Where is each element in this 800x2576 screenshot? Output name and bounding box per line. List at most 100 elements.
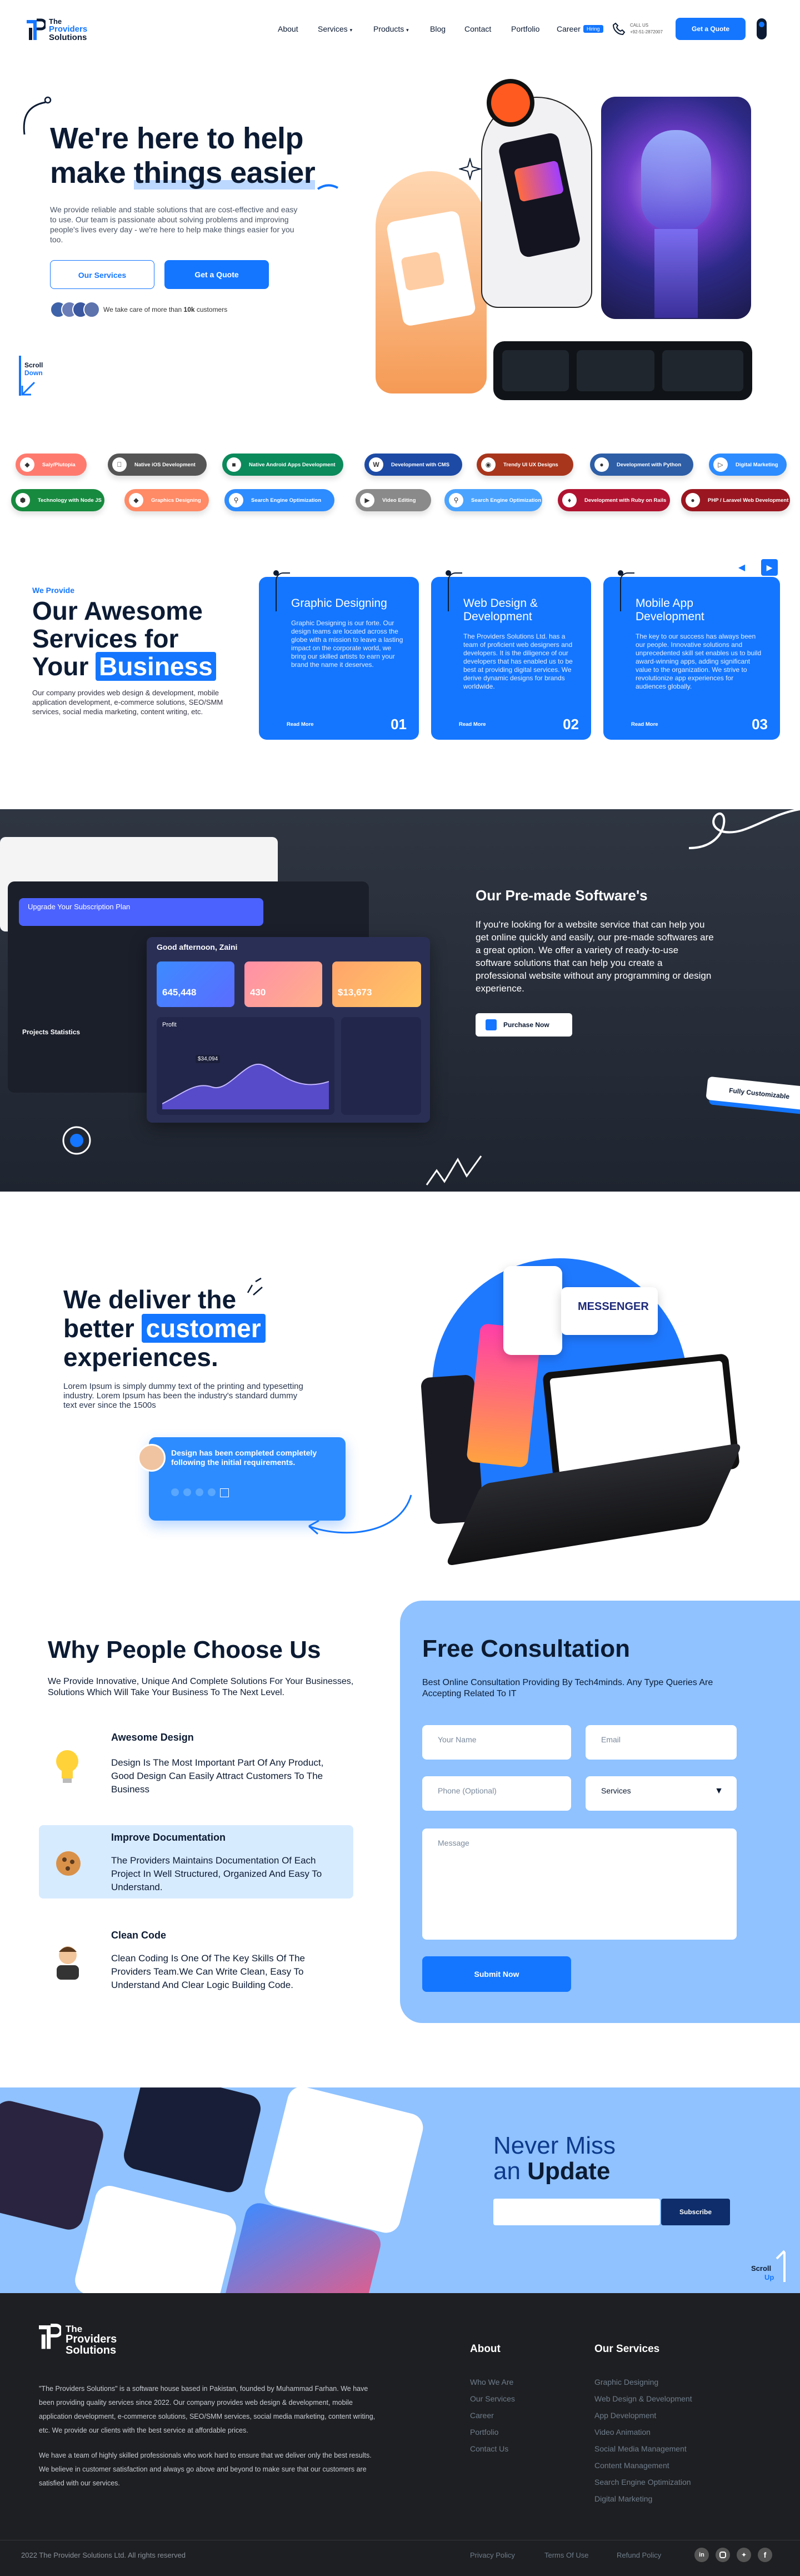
footer-link[interactable]: Content Management: [594, 2461, 669, 2470]
terms-of-use-link[interactable]: Terms Of Use: [544, 2551, 588, 2559]
list-panel: [341, 1017, 421, 1115]
nav-about[interactable]: About: [278, 24, 298, 33]
scroll-up-link[interactable]: Scroll Up: [751, 2250, 787, 2284]
chip-uiux[interactable]: ◉ Trendy UI UX Designs: [477, 454, 573, 476]
caret-down-icon: ▼: [714, 1786, 723, 1796]
theme-toggle[interactable]: [757, 18, 767, 39]
brand-line-3: Solutions: [49, 33, 87, 42]
read-more-link[interactable]: Read More: [631, 721, 658, 728]
purchase-icon: [486, 1019, 497, 1030]
nav-portfolio[interactable]: Portfolio: [511, 24, 539, 33]
footer-link[interactable]: Graphic Designing: [594, 2378, 658, 2386]
apple-icon: : [112, 457, 127, 472]
purchase-now-button[interactable]: Purchase Now: [476, 1013, 572, 1037]
carousel-next-button[interactable]: ▶: [761, 559, 778, 576]
chip-label: Video Editing: [382, 497, 416, 504]
chevron-down-icon: ▾: [406, 27, 409, 33]
service-card-text: Graphic Designing is our forte. Our desi…: [291, 619, 403, 669]
chip-php[interactable]: ● PHP / Laravel Web Development: [681, 489, 790, 511]
purchase-now-label: Purchase Now: [503, 1021, 549, 1029]
chip-ios[interactable]:  Native iOS Development: [108, 454, 207, 476]
footer-link[interactable]: Search Engine Optimization: [594, 2478, 691, 2487]
trust-text-c: customers: [194, 306, 228, 313]
hero-quote-button[interactable]: Get a Quote: [164, 260, 269, 289]
chip-python[interactable]: ● Development with Python: [590, 454, 693, 476]
bulb-icon: [56, 1750, 78, 1783]
our-services-button[interactable]: Our Services: [50, 260, 154, 289]
carousel-prev-button[interactable]: ◀: [736, 561, 748, 574]
card-hook-icon: [276, 572, 290, 611]
scroll-up-label-1: Scroll: [751, 2264, 772, 2273]
header-quote-button[interactable]: Get a Quote: [676, 18, 746, 40]
scroll-down-link[interactable]: Scroll Down: [19, 356, 52, 400]
chip-node[interactable]: ⬢ Technology with Node JS: [11, 489, 104, 511]
footer-link[interactable]: Digital Marketing: [594, 2494, 652, 2503]
twitter-icon[interactable]: ✦: [737, 2548, 751, 2562]
avatar: [83, 301, 100, 318]
footer-link[interactable]: Career: [470, 2411, 494, 2420]
footer-link[interactable]: Our Services: [470, 2394, 515, 2403]
site-logo[interactable]: The Providers Solutions: [27, 16, 99, 44]
hero-title-line-1: We're here to help: [50, 122, 303, 155]
projects-stats-label: Projects Statistics: [22, 1028, 81, 1036]
footer-link[interactable]: Contact Us: [470, 2444, 508, 2453]
chip-android[interactable]: ■ Native Android Apps Development: [222, 454, 343, 476]
footer-link[interactable]: App Development: [594, 2411, 656, 2420]
android-icon: ■: [227, 457, 241, 472]
footer-link[interactable]: Portfolio: [470, 2428, 498, 2437]
phone-input[interactable]: Phone (Optional): [422, 1776, 571, 1811]
instagram-icon[interactable]: [716, 2548, 730, 2562]
chip-saly[interactable]: ◆ Saly/Plutopia: [16, 454, 87, 476]
palette-icon: ◆: [129, 493, 143, 507]
footer-link[interactable]: Video Animation: [594, 2428, 651, 2437]
chip-digital-marketing[interactable]: ▷ Digital Marketing: [709, 454, 787, 476]
chip-seo-1[interactable]: ⚲ Search Engine Optimization: [224, 489, 334, 511]
node-icon: ⬢: [16, 493, 30, 507]
email-input[interactable]: Email: [586, 1725, 737, 1760]
footer-link[interactable]: Web Design & Development: [594, 2394, 692, 2403]
chip-label: Trendy UI UX Designs: [503, 461, 558, 468]
phone-contact[interactable]: CALL US +92-51-2872007: [612, 21, 673, 38]
php-icon: ●: [686, 493, 700, 507]
nav-products[interactable]: Products ▾: [373, 24, 409, 33]
chip-ruby[interactable]: ♦ Development with Ruby on Rails: [558, 489, 670, 511]
read-more-link[interactable]: Read More: [287, 721, 314, 728]
footer-logo[interactable]: The Providers Solutions: [39, 2321, 139, 2356]
fully-customizable-badge: Fully Customizable: [706, 1076, 800, 1110]
read-more-link[interactable]: Read More: [459, 721, 486, 728]
refund-policy-link[interactable]: Refund Policy: [617, 2551, 661, 2559]
privacy-policy-link[interactable]: Privacy Policy: [470, 2551, 515, 2559]
newsletter-email-input[interactable]: [493, 2199, 660, 2225]
service-card[interactable]: Graphic Designing Graphic Designing is o…: [259, 570, 419, 740]
nav-contact[interactable]: Contact: [464, 24, 491, 33]
python-icon: ●: [594, 457, 609, 472]
facebook-icon[interactable]: f: [758, 2548, 772, 2562]
chip-label: Development with Ruby on Rails: [584, 497, 667, 504]
chip-video[interactable]: ▶ Video Editing: [356, 489, 431, 511]
profit-label: Profit: [162, 1022, 177, 1028]
footer-link[interactable]: Who We Are: [470, 2378, 513, 2386]
logo-icon: [27, 18, 46, 40]
cookie-icon: [56, 1851, 81, 1876]
message-textarea[interactable]: Message: [422, 1828, 737, 1940]
sparkle-lines-icon: [247, 1277, 263, 1296]
submit-button[interactable]: Submit Now: [422, 1956, 571, 1992]
nav-career[interactable]: Career: [557, 24, 581, 33]
messenger-label: MESSENGER: [578, 1301, 649, 1313]
chip-cms[interactable]: W Development with CMS: [364, 454, 462, 476]
service-card[interactable]: Mobile App Development The key to our su…: [603, 570, 780, 740]
linkedin-icon[interactable]: in: [694, 2548, 709, 2562]
phone-label: CALL US: [630, 23, 649, 28]
service-card[interactable]: Web Design & Development The Providers S…: [431, 570, 591, 740]
services-select[interactable]: Services ▼: [586, 1776, 737, 1811]
feature-text: Clean Coding Is One Of The Key Skills Of…: [111, 1953, 305, 1990]
search-icon: ⚲: [449, 493, 463, 507]
newsletter-title-line-1: Never Miss: [493, 2132, 616, 2159]
chip-graphics[interactable]: ◆ Graphics Designing: [124, 489, 209, 511]
subscribe-button[interactable]: Subscribe: [661, 2199, 730, 2225]
nav-blog[interactable]: Blog: [430, 24, 446, 33]
nav-services[interactable]: Services ▾: [318, 24, 352, 33]
chip-seo-2[interactable]: ⚲ Search Engine Optimization: [444, 489, 542, 511]
name-input[interactable]: Your Name: [422, 1725, 571, 1760]
footer-link[interactable]: Social Media Management: [594, 2444, 687, 2453]
